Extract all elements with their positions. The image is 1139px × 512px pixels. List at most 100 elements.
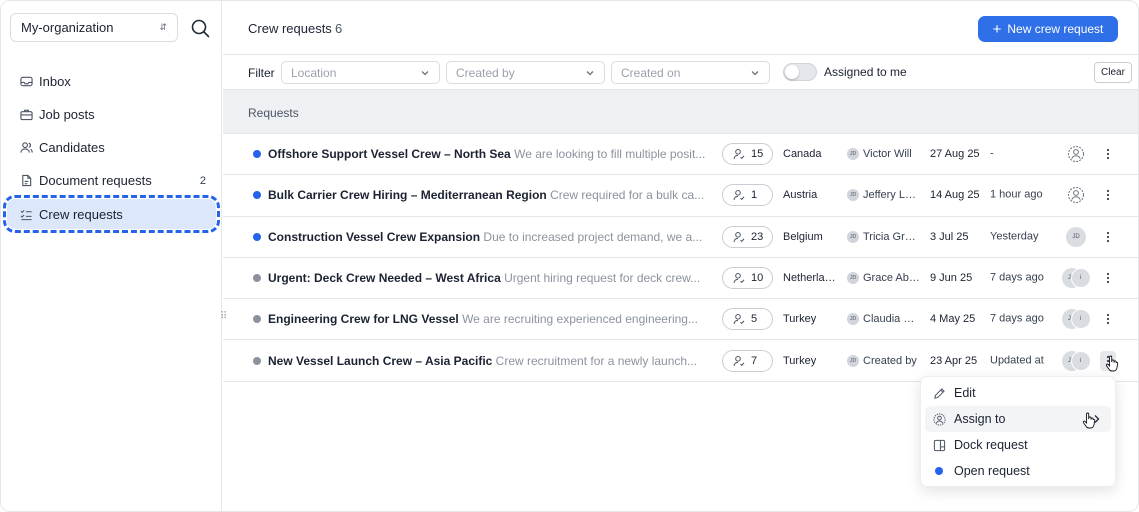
row-more-button[interactable] [1100,144,1116,164]
organization-select[interactable]: My-organization ⇵ [10,13,178,42]
sidebar-item-inbox[interactable]: Inbox [1,65,222,98]
request-description: Crew required for a bulk ca... [550,188,705,203]
page-title: Crew requests [248,21,332,36]
assignee-avatar-more: i [1070,350,1091,371]
assign-user-icon[interactable] [1067,145,1085,163]
request-title[interactable]: Urgent: Deck Crew Needed – West Africa U… [268,271,723,285]
request-title[interactable]: Engineering Crew for LNG Vessel We are r… [268,312,723,326]
created-by-filter[interactable]: Created by [446,61,605,84]
request-description: Due to increased project demand, we a... [483,229,703,244]
crew-count: 7 [751,354,758,367]
assignee-avatar[interactable]: JD [1066,226,1086,247]
creator-avatar: JD [847,313,859,326]
table-row[interactable]: Engineering Crew for LNG Vessel We are r… [223,299,1138,341]
user-icon [733,190,745,201]
creator: JD Claudia Di... [847,313,921,326]
assignee-cell[interactable]: JDi [1061,350,1091,372]
new-crew-request-button[interactable]: + New crew request [978,16,1118,42]
user-icon [733,355,745,366]
creator: JD Created by [847,354,921,367]
row-more-button[interactable] [1100,185,1116,205]
assignee-cell[interactable]: JDi [1061,267,1091,289]
creator-name: Victor Will [863,148,912,161]
updated-time: Updated at [990,354,1044,367]
toggle-knob [785,65,799,79]
assigned-to-me-toggle[interactable] [783,63,817,81]
country: Austria [783,189,818,202]
sidebar-item-label: Inbox [39,74,71,89]
updated-time: 7 days ago [990,271,1044,284]
table-row[interactable]: Offshore Support Vessel Crew – North Sea… [223,134,1138,176]
request-title[interactable]: Offshore Support Vessel Crew – North Sea… [268,147,723,161]
document-requests-count: 2 [199,174,206,187]
table-row[interactable]: Construction Vessel Crew Expansion Due t… [223,217,1138,258]
updown-caret-icon: ⇵ [159,22,167,32]
updated-time: 7 days ago [990,312,1044,325]
creator-name: Tricia Green [863,230,921,243]
creator-name: Created by [863,354,917,367]
request-title[interactable]: New Vessel Launch Crew – Asia Pacific Cr… [268,354,723,368]
search-icon[interactable] [189,17,211,39]
row-more-button[interactable] [1100,227,1116,247]
row-more-button[interactable] [1100,268,1116,288]
clear-filters-button[interactable]: Clear [1094,62,1132,83]
request-title[interactable]: Construction Vessel Crew Expansion Due t… [268,230,723,244]
creator-name: Claudia Di... [863,313,921,326]
menu-item-dock-request[interactable]: Dock request [925,432,1111,458]
country: Belgium [783,230,823,243]
creator: JD Jeffery Lak... [847,189,921,202]
row-more-button[interactable] [1100,309,1116,329]
assignee-cell[interactable] [1065,184,1087,206]
row-more-button[interactable] [1100,350,1119,372]
created-date: 27 Aug 25 [930,148,980,161]
request-description: Urgent hiring request for deck crew... [504,271,701,286]
location-filter[interactable]: Location [281,61,440,84]
assign-user-icon[interactable] [1067,186,1085,204]
assignee-cell[interactable]: JD [1065,226,1087,248]
section-title: Requests [248,106,299,120]
request-title[interactable]: Bulk Carrier Crew Hiring – Mediterranean… [268,188,723,202]
assignee-cell[interactable] [1065,143,1087,165]
assignee-avatars[interactable]: JDi [1061,268,1091,289]
hand-pointer-icon [1082,412,1096,429]
menu-item-assign-to[interactable]: Assign to [925,406,1111,432]
hand-pointer-icon [1105,355,1119,372]
sidebar-item-crew-requests[interactable]: Crew requests [3,195,220,233]
crew-count: 10 [751,272,764,285]
organization-name: My-organization [21,20,114,35]
status-dot-icon [253,191,261,200]
filter-bar: Filter Location Created by Created on As… [223,55,1138,90]
status-dot-icon [253,356,261,365]
requests-section-header: Requests [223,90,1138,134]
crew-count: 23 [751,230,764,243]
user-circle-icon [932,412,946,426]
chevron-down-icon [586,70,594,75]
page-header: Crew requests 6 + New crew request [223,1,1138,55]
created-on-filter-label: Created on [621,65,681,80]
user-icon [733,149,745,160]
crew-count-badge: 1 [722,184,773,207]
sidebar-item-label: Crew requests [39,206,123,222]
sidebar-item-job-posts[interactable]: Job posts [1,98,222,131]
menu-item-open-request[interactable]: Open request [925,458,1111,484]
crew-count: 15 [751,148,764,161]
more-vertical-icon [1106,231,1110,242]
creator-avatar: JD [847,148,859,161]
creator-avatar: JD [847,354,859,367]
assignee-cell[interactable]: JDi [1061,308,1091,330]
crew-count: 1 [751,189,758,202]
menu-item-edit[interactable]: Edit [925,380,1111,406]
sidebar-item-candidates[interactable]: Candidates [1,131,222,164]
created-on-filter[interactable]: Created on [611,61,770,84]
request-description: We are recruiting experienced engineerin… [462,312,698,327]
table-row[interactable]: Urgent: Deck Crew Needed – West Africa U… [223,258,1138,300]
country: Turkey [783,354,817,367]
users-icon [19,141,33,155]
assignee-avatars[interactable]: JDi [1061,309,1091,330]
assignee-avatars[interactable]: JDi [1061,350,1091,371]
table-row[interactable]: Bulk Carrier Crew Hiring – Mediterranean… [223,175,1138,217]
sidebar-item-document-requests[interactable]: Document requests 2 [1,164,222,197]
created-by-filter-label: Created by [456,65,515,80]
menu-item-label: Edit [954,386,976,400]
request-description: Crew recruitment for a newly launch... [495,353,698,368]
